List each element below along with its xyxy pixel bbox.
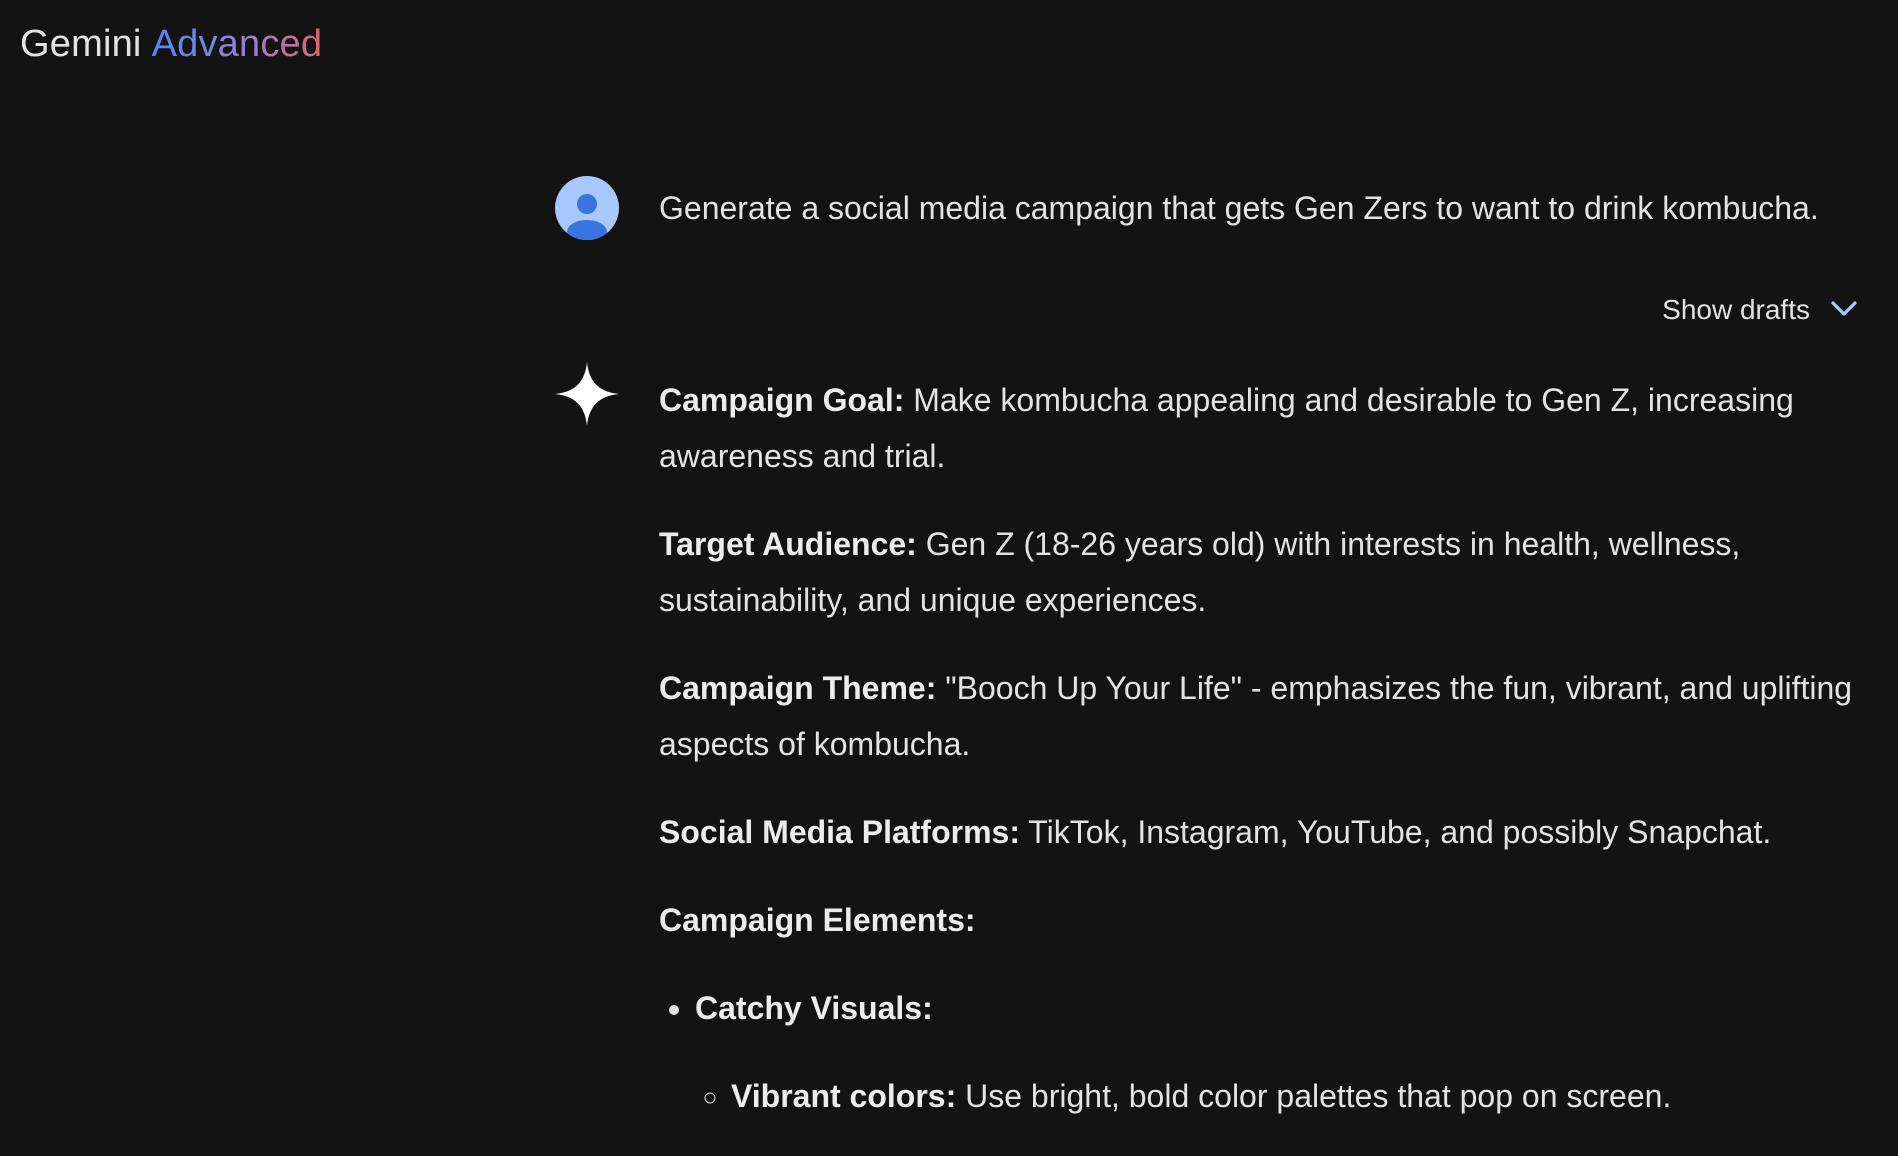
model-response: Campaign Goal: Make kombucha appealing a… <box>659 372 1884 1156</box>
list-item: Vibrant colors: Use bright, bold color p… <box>731 1068 1884 1124</box>
vibrant-colors-label: Vibrant colors: <box>731 1078 957 1114</box>
target-audience-label: Target Audience: <box>659 526 917 562</box>
app-brand[interactable]: Gemini Advanced <box>20 20 322 68</box>
campaign-goal: Campaign Goal: Make kombucha appealing a… <box>659 372 1884 484</box>
catchy-visuals-sublist: Vibrant colors: Use bright, bold color p… <box>695 1068 1884 1124</box>
list-item: Catchy Visuals: Vibrant colors: Use brig… <box>695 980 1884 1124</box>
campaign-elements-heading: Campaign Elements: <box>659 892 1884 948</box>
catchy-visuals-label: Catchy Visuals: <box>695 990 933 1026</box>
user-prompt: Generate a social media campaign that ge… <box>659 190 1819 226</box>
user-avatar-icon <box>555 176 619 240</box>
gemini-sparkle-icon <box>555 362 619 426</box>
campaign-theme-label: Campaign Theme: <box>659 670 937 706</box>
campaign-goal-label: Campaign Goal: <box>659 382 905 418</box>
social-platforms-label: Social Media Platforms: <box>659 814 1020 850</box>
social-platforms: Social Media Platforms: TikTok, Instagra… <box>659 804 1884 860</box>
show-drafts-button[interactable]: Show drafts <box>1662 290 1860 330</box>
social-platforms-text: TikTok, Instagram, YouTube, and possibly… <box>1019 814 1772 850</box>
campaign-elements-label: Campaign Elements: <box>659 902 976 938</box>
campaign-elements-list: Catchy Visuals: Vibrant colors: Use brig… <box>659 980 1884 1124</box>
show-drafts-label: Show drafts <box>1662 294 1810 325</box>
campaign-theme: Campaign Theme: "Booch Up Your Life" - e… <box>659 660 1884 772</box>
brand-tier: Advanced <box>151 23 323 65</box>
target-audience: Target Audience: Gen Z (18-26 years old)… <box>659 516 1884 628</box>
brand-name: Gemini <box>20 23 142 65</box>
chevron-down-icon <box>1828 292 1860 329</box>
vibrant-colors-text: Use bright, bold color palettes that pop… <box>956 1078 1672 1114</box>
